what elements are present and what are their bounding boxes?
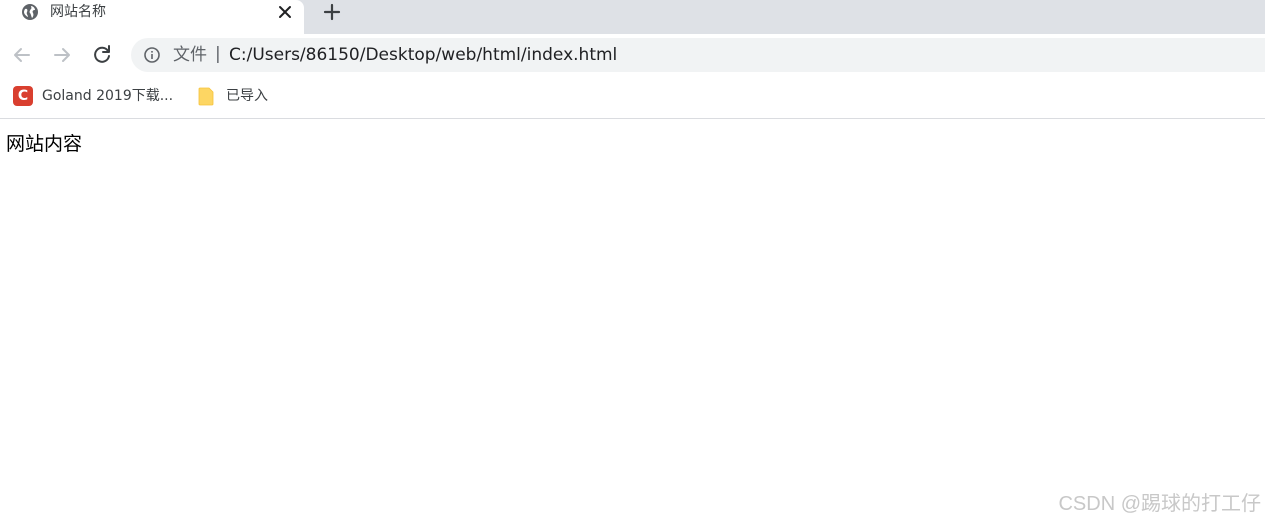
page-body-text: 网站内容: [6, 133, 83, 155]
tab-active[interactable]: 网站名称: [0, 0, 304, 34]
folder-icon: [198, 87, 214, 106]
globe-icon: [22, 4, 38, 20]
arrow-left-icon[interactable]: [10, 43, 34, 67]
scheme-separator: |: [215, 44, 221, 64]
bookmarks-bar: C Goland 2019下载... 已导入: [0, 76, 1265, 119]
c-logo-icon: C: [13, 86, 33, 106]
reload-icon[interactable]: [90, 43, 114, 67]
info-icon[interactable]: [143, 46, 161, 64]
plus-icon[interactable]: [321, 1, 343, 23]
bookmark-folder-imported[interactable]: 已导入: [196, 84, 276, 108]
watermark: CSDN @踢球的打工仔: [1058, 493, 1261, 515]
scheme-label: 文件: [173, 45, 207, 65]
tab-title: 网站名称: [50, 4, 106, 20]
address-bar[interactable]: 文件 | C:/Users/86150/Desktop/web/html/ind…: [131, 38, 1265, 72]
arrow-right-icon[interactable]: [50, 43, 74, 67]
url-text[interactable]: C:/Users/86150/Desktop/web/html/index.ht…: [229, 45, 617, 65]
tab-strip: 网站名称: [0, 0, 1265, 34]
page-content: 网站内容 CSDN @踢球的打工仔: [0, 119, 1265, 523]
bookmark-label: Goland 2019下载...: [42, 88, 174, 104]
toolbar: 文件 | C:/Users/86150/Desktop/web/html/ind…: [0, 34, 1265, 76]
close-icon[interactable]: [276, 3, 294, 21]
bookmark-label: 已导入: [226, 88, 268, 104]
bookmark-goland[interactable]: C Goland 2019下载...: [12, 84, 182, 108]
